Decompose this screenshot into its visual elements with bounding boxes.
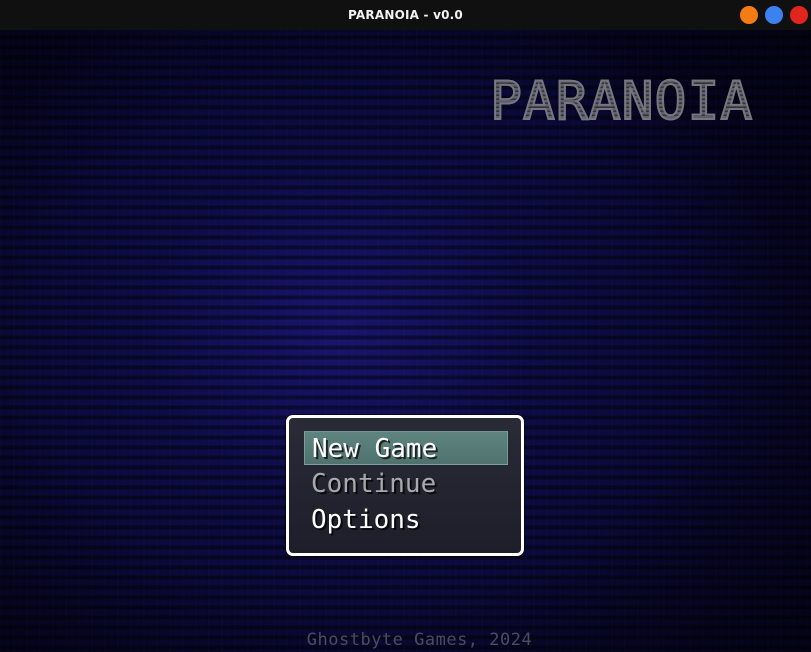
game-window: PARANOIA - v0.0 PARANOIA New Game Contin… xyxy=(0,0,811,652)
game-screen: PARANOIA New Game Continue Options Ghost… xyxy=(0,30,811,652)
close-button[interactable] xyxy=(790,6,808,24)
menu-item-options[interactable]: Options xyxy=(304,503,508,537)
game-logo: PARANOIA xyxy=(489,71,754,133)
title-menu: New Game Continue Options xyxy=(286,415,524,556)
window-controls xyxy=(740,6,808,24)
copyright-footer: Ghostbyte Games, 2024 xyxy=(306,630,533,650)
minimize-button[interactable] xyxy=(740,6,758,24)
maximize-button[interactable] xyxy=(765,6,783,24)
menu-item-continue[interactable]: Continue xyxy=(304,467,508,501)
window-title: PARANOIA - v0.0 xyxy=(348,8,463,22)
menu-item-new-game[interactable]: New Game xyxy=(304,431,508,465)
title-bar[interactable]: PARANOIA - v0.0 xyxy=(0,0,811,30)
